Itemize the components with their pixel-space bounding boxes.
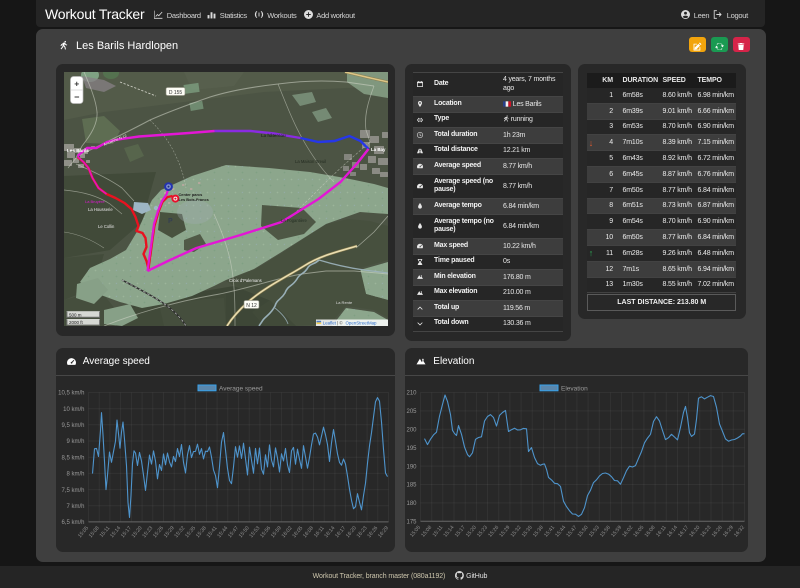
svg-text:16:08: 16:08	[302, 525, 315, 539]
svg-text:15:50: 15:50	[576, 524, 589, 538]
svg-text:15:05: 15:05	[77, 525, 90, 539]
svg-text:175: 175	[406, 519, 417, 525]
svg-text:D 155: D 155	[168, 90, 182, 96]
svg-text:15:53: 15:53	[587, 524, 600, 538]
svg-text:16:11: 16:11	[655, 524, 668, 538]
svg-text:16:29: 16:29	[721, 524, 734, 538]
svg-text:15:38: 15:38	[531, 524, 544, 538]
svg-text:15:44: 15:44	[216, 525, 229, 539]
svg-text:205: 205	[406, 409, 417, 415]
svg-text:16:02: 16:02	[280, 525, 293, 539]
svg-text:16:29: 16:29	[377, 525, 390, 539]
svg-text:La Maison Breuil: La Maison Breuil	[295, 159, 326, 164]
svg-text:16:14: 16:14	[323, 525, 336, 539]
svg-text:15:32: 15:32	[173, 525, 186, 539]
svg-text:16:26: 16:26	[366, 525, 379, 539]
svg-text:15:11: 15:11	[431, 524, 444, 538]
svg-text:N 12: N 12	[246, 303, 257, 309]
svg-text:15:14: 15:14	[109, 525, 122, 539]
svg-text:15:29: 15:29	[498, 524, 511, 538]
svg-text:15:14: 15:14	[442, 524, 455, 538]
svg-text:La Bay: La Bay	[371, 147, 386, 152]
svg-text:16:23: 16:23	[355, 525, 368, 539]
svg-text:7,5 km/h: 7,5 km/h	[61, 487, 84, 493]
svg-text:−: −	[74, 92, 79, 102]
svg-text:7 km/h: 7 km/h	[66, 503, 84, 509]
svg-text:15:29: 15:29	[162, 525, 175, 539]
svg-text:210: 210	[406, 390, 417, 396]
svg-text:15:38: 15:38	[194, 525, 207, 539]
svg-text:+: +	[74, 78, 79, 88]
svg-text:15:17: 15:17	[453, 524, 466, 538]
svg-text:15:41: 15:41	[543, 524, 556, 538]
svg-text:OpenStreetMap: OpenStreetMap	[345, 320, 377, 325]
svg-text:15:08: 15:08	[87, 525, 100, 539]
svg-text:15:32: 15:32	[509, 524, 522, 538]
svg-text:15:59: 15:59	[610, 524, 623, 538]
svg-text:15:08: 15:08	[420, 524, 433, 538]
svg-text:10 km/h: 10 km/h	[63, 406, 84, 412]
svg-text:15:35: 15:35	[184, 525, 197, 539]
svg-text:16:23: 16:23	[699, 524, 712, 538]
svg-text:16:05: 16:05	[632, 524, 645, 538]
svg-text:Les Bois-Francs: Les Bois-Francs	[178, 197, 208, 202]
svg-text:15:44: 15:44	[554, 524, 567, 538]
svg-text:16:20: 16:20	[688, 524, 701, 538]
svg-text:15:47: 15:47	[227, 525, 240, 539]
svg-text:8,5 km/h: 8,5 km/h	[61, 455, 84, 461]
svg-text:15:26: 15:26	[152, 525, 165, 539]
svg-text:16:17: 16:17	[677, 524, 690, 538]
svg-text:8 km/h: 8 km/h	[66, 471, 84, 477]
svg-text:15:53: 15:53	[248, 525, 261, 539]
svg-text:15:56: 15:56	[259, 525, 272, 539]
svg-text:16:14: 16:14	[666, 524, 679, 538]
svg-text:195: 195	[406, 445, 417, 451]
svg-text:La Housserie: La Housserie	[88, 207, 113, 212]
svg-text:500 m: 500 m	[69, 312, 82, 317]
svg-text:15:17: 15:17	[119, 525, 132, 539]
svg-text:9 km/h: 9 km/h	[66, 439, 84, 445]
svg-text:15:50: 15:50	[237, 525, 250, 539]
svg-text:16:02: 16:02	[621, 524, 634, 538]
svg-text:15:23: 15:23	[141, 525, 154, 539]
svg-text:15:20: 15:20	[130, 525, 143, 539]
svg-text:15:56: 15:56	[598, 524, 611, 538]
svg-text:15:23: 15:23	[476, 524, 489, 538]
svg-text:16:05: 16:05	[291, 525, 304, 539]
svg-text:16:26: 16:26	[710, 524, 723, 538]
svg-text:180: 180	[406, 501, 417, 507]
svg-text:15:59: 15:59	[269, 525, 282, 539]
svg-text:La Rente: La Rente	[336, 300, 353, 305]
svg-text:Elevation: Elevation	[561, 385, 588, 392]
svg-text:6,5 km/h: 6,5 km/h	[61, 520, 84, 526]
svg-text:Leaflet: Leaflet	[322, 320, 336, 325]
svg-text:Les Barils: Les Barils	[67, 148, 89, 153]
svg-text:15:26: 15:26	[487, 524, 500, 538]
svg-text:La Bruyère: La Bruyère	[85, 199, 105, 204]
svg-text:200: 200	[406, 427, 417, 433]
svg-text:16:20: 16:20	[344, 525, 357, 539]
svg-text:15:35: 15:35	[520, 524, 533, 538]
svg-text:2000 ft: 2000 ft	[69, 320, 84, 325]
svg-text:|: |	[336, 320, 337, 325]
svg-text:Average speed: Average speed	[219, 385, 263, 392]
svg-text:16:08: 16:08	[643, 524, 656, 538]
svg-text:15:20: 15:20	[464, 524, 477, 538]
svg-text:9,5 km/h: 9,5 km/h	[61, 423, 84, 429]
svg-text:Le Collin: Le Collin	[98, 224, 115, 229]
svg-text:P: P	[168, 218, 173, 225]
svg-text:15:05: 15:05	[409, 524, 422, 538]
svg-text:La hâtereau: La hâtereau	[261, 133, 286, 138]
svg-text:190: 190	[406, 464, 417, 470]
svg-text:La Fogantière: La Fogantière	[281, 218, 308, 223]
svg-text:Croix d'Palemans: Croix d'Palemans	[229, 278, 262, 283]
svg-text:15:47: 15:47	[565, 524, 578, 538]
svg-text:16:17: 16:17	[334, 525, 347, 539]
svg-text:185: 185	[406, 482, 417, 488]
svg-text:16:32: 16:32	[733, 524, 746, 538]
svg-text:10,5 km/h: 10,5 km/h	[58, 390, 84, 396]
svg-text:15:41: 15:41	[205, 525, 218, 539]
